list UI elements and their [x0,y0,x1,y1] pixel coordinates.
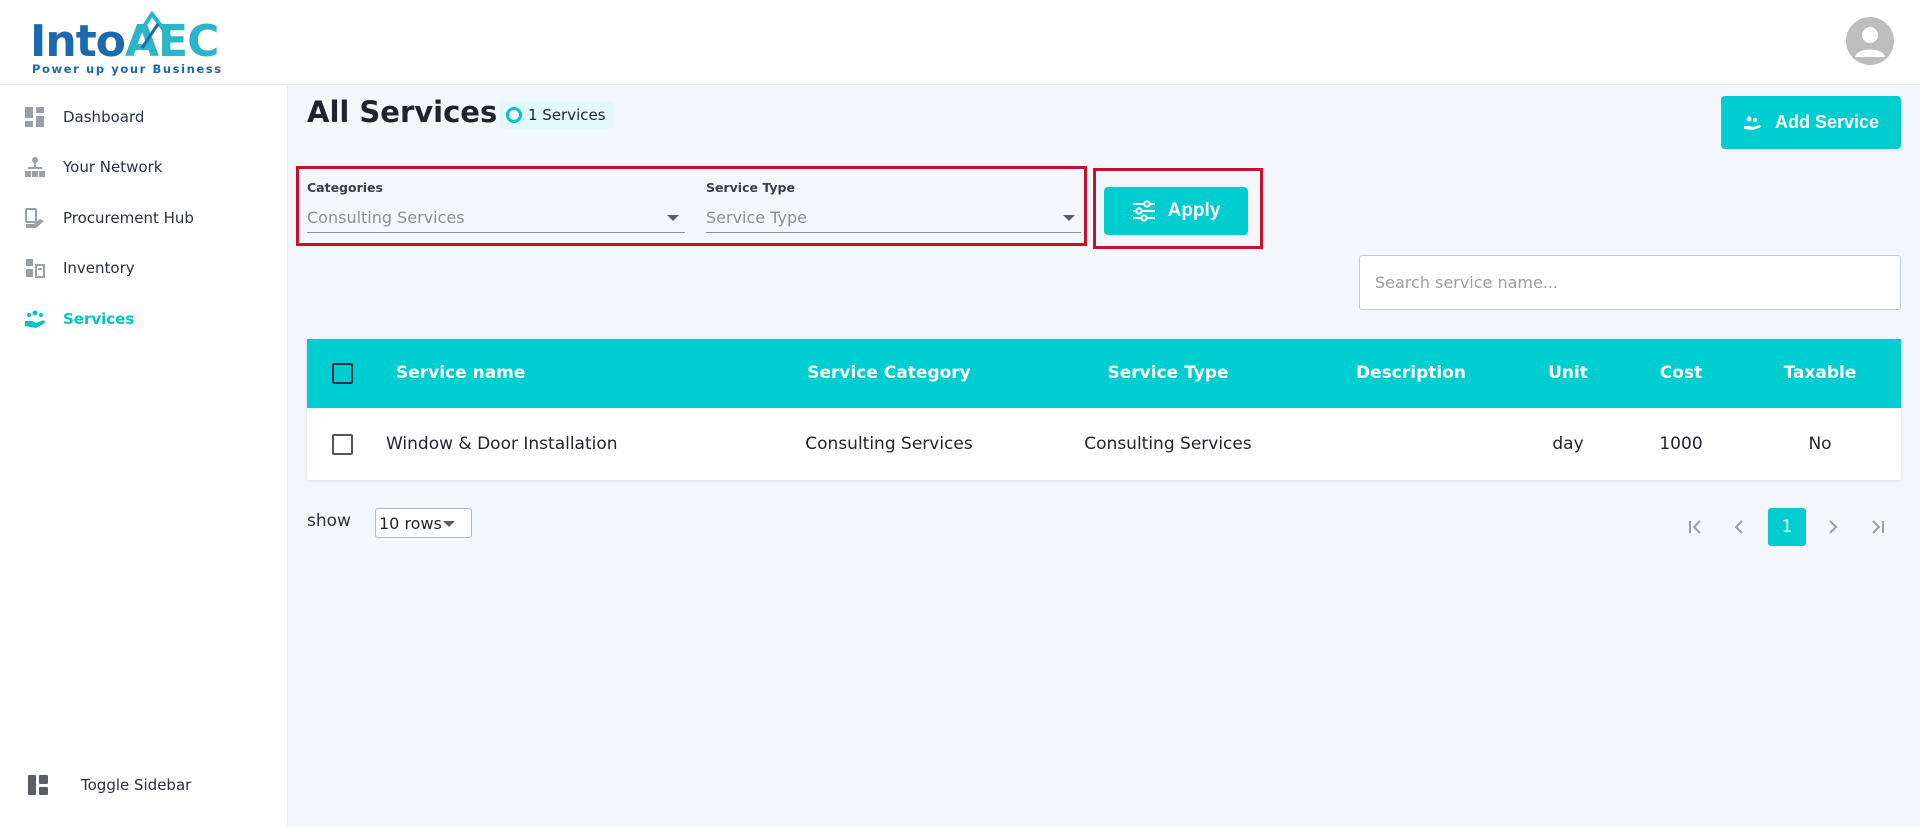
sidebar-item-procurement-hub[interactable]: Procurement Hub [0,198,288,238]
add-service-button[interactable]: Add Service [1721,96,1901,149]
sidebar-item-label: Your Network [63,158,163,176]
sidebar-item-inventory[interactable]: Inventory [0,248,288,288]
last-page-icon [1872,520,1884,534]
sidebar-item-your-network[interactable]: Your Network [0,147,288,187]
table-header: Service name Service Category Service Ty… [307,339,1901,408]
search-input[interactable] [1359,255,1901,310]
add-service-icon [1743,116,1761,130]
header-description[interactable]: Description [1356,363,1466,383]
row-checkbox[interactable] [332,434,353,455]
sidebar: Dashboard Your Network Procurement Hub I… [0,85,288,827]
chevron-down-icon [443,521,455,527]
cell-service-category: Consulting Services [805,434,973,454]
first-page-icon [1689,520,1701,534]
chevron-down-icon [667,215,679,221]
header-service-category[interactable]: Service Category [807,363,971,383]
sidebar-item-label: Procurement Hub [63,209,194,227]
sidebar-item-services[interactable]: Services [0,299,288,339]
inventory-icon [26,259,45,278]
cell-unit: day [1552,434,1584,454]
last-page-button[interactable] [1858,508,1896,546]
next-page-button[interactable] [1813,508,1851,546]
cell-cost: 1000 [1659,434,1703,454]
header-service-type[interactable]: Service Type [1108,363,1229,383]
services-count-label: 1 Services [528,106,606,124]
first-page-button[interactable] [1677,508,1715,546]
chevron-down-icon [1063,215,1075,221]
previous-page-button[interactable] [1721,508,1759,546]
chevron-right-icon [1829,520,1838,534]
rows-per-page-select[interactable]: 10 rows [375,508,472,538]
cell-service-type: Consulting Services [1084,434,1252,454]
service-type-placeholder: Service Type [706,208,807,227]
filter-sliders-icon [1132,200,1155,222]
show-rows-label: show [307,511,351,531]
toggle-sidebar-button[interactable]: Toggle Sidebar [0,765,288,805]
brand-tagline: Power up your Business [32,62,223,76]
categories-value: Consulting Services [307,208,465,227]
services-table: Service name Service Category Service Ty… [307,339,1901,480]
sidebar-item-label: Inventory [63,259,135,277]
services-count-badge: 1 Services [500,101,614,129]
dashboard-icon [25,107,44,127]
categories-label: Categories [307,180,383,195]
chevron-left-icon [1734,520,1743,534]
procurement-icon [25,208,44,228]
service-type-label: Service Type [706,180,795,195]
header-unit[interactable]: Unit [1548,363,1588,383]
services-icon [25,310,45,328]
brand-logo[interactable]: IntoAEC Power up your Business [30,10,223,76]
user-avatar[interactable] [1846,17,1894,65]
brand-wordmark: IntoAEC [30,16,219,67]
logo-triangle-icon [128,10,172,50]
toggle-sidebar-label: Toggle Sidebar [81,776,192,794]
sidebar-item-label: Services [63,310,135,328]
sidebar-item-label: Dashboard [63,108,145,126]
apply-label: Apply [1167,200,1221,221]
count-dot-icon [506,107,522,123]
apply-button[interactable]: Apply [1104,187,1248,235]
sidebar-item-dashboard[interactable]: Dashboard [0,97,288,137]
page-1-button[interactable]: 1 [1768,508,1806,546]
add-service-label: Add Service [1774,112,1880,132]
cell-service-name: Window & Door Installation [386,434,618,454]
toggle-sidebar-icon [28,775,48,795]
select-all-checkbox[interactable] [332,363,353,384]
header-service-name[interactable]: Service name [396,363,525,383]
service-type-select[interactable]: Service Type [706,203,1081,233]
avatar-person-icon [1855,27,1885,57]
app-header: IntoAEC Power up your Business [0,0,1920,85]
header-taxable[interactable]: Taxable [1784,363,1857,383]
rows-per-page-value: 10 rows [379,513,442,533]
page-title: All Services [307,95,498,129]
header-cost[interactable]: Cost [1660,363,1702,383]
cell-taxable: No [1808,434,1832,454]
categories-select[interactable]: Consulting Services [307,203,685,233]
brand-name-into: Into [30,16,126,67]
network-icon [25,157,45,177]
